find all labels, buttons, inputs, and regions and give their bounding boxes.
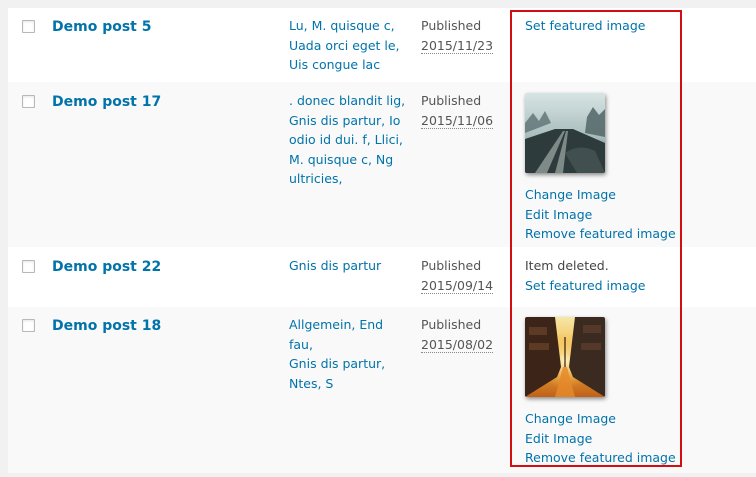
post-title-link[interactable]: Demo post 22	[52, 259, 161, 275]
publish-date: 2015/11/06	[421, 112, 494, 129]
featured-image-cell: Change Image Edit Image Remove featured …	[525, 91, 676, 244]
edit-image-link[interactable]: Edit Image	[525, 429, 676, 449]
post-status: Published	[421, 18, 482, 33]
post-date: Published 2015/09/14	[421, 256, 494, 295]
remove-featured-image-link[interactable]: Remove featured image	[525, 224, 676, 244]
change-image-link[interactable]: Change Image	[525, 409, 676, 429]
row-checkbox[interactable]	[22, 95, 35, 108]
post-date: Published 2015/11/23	[421, 16, 494, 55]
category-link[interactable]: M. quisque c, Ng	[289, 150, 409, 170]
publish-date: 2015/08/02	[421, 336, 494, 353]
post-categories: Gnis dis partur	[289, 256, 409, 276]
post-date: Published 2015/11/06	[421, 91, 494, 130]
status-message: Item deleted.	[525, 258, 609, 273]
post-title-link[interactable]: Demo post 18	[52, 318, 161, 334]
post-date: Published 2015/08/02	[421, 315, 494, 354]
featured-image-cell: Set featured image	[525, 16, 645, 36]
row-checkbox[interactable]	[22, 20, 35, 33]
category-link[interactable]: Gnis dis partur	[289, 256, 409, 276]
post-categories: . donec blandit lig, Gnis dis partur, Io…	[289, 91, 409, 189]
category-link[interactable]: ultricies,	[289, 169, 409, 189]
category-link[interactable]: Ntes, S	[289, 374, 409, 394]
change-image-link[interactable]: Change Image	[525, 185, 676, 205]
table-row: Demo post 17 . donec blandit lig, Gnis d…	[8, 82, 756, 247]
table-row: Demo post 5 Lu, M. quisque c, Uada orci …	[8, 8, 756, 82]
featured-image-cell: Change Image Edit Image Remove featured …	[525, 315, 676, 468]
row-checkbox[interactable]	[22, 260, 35, 273]
category-link[interactable]: Allgemein, End fau,	[289, 315, 409, 354]
post-status: Published	[421, 317, 482, 332]
category-link[interactable]: odio id dui. f, Llici,	[289, 130, 409, 150]
category-link[interactable]: . donec blandit lig,	[289, 91, 409, 111]
post-status: Published	[421, 93, 482, 108]
post-title-link[interactable]: Demo post 5	[52, 19, 151, 35]
category-link[interactable]: Uis congue lac	[289, 55, 409, 75]
publish-date: 2015/11/23	[421, 37, 494, 54]
set-featured-image-link[interactable]: Set featured image	[525, 276, 645, 296]
featured-image-thumbnail[interactable]	[525, 93, 605, 173]
featured-image-thumbnail[interactable]	[525, 317, 605, 397]
category-link[interactable]: Gnis dis partur,	[289, 354, 409, 374]
featured-image-cell: Item deleted. Set featured image	[525, 256, 645, 295]
remove-featured-image-link[interactable]: Remove featured image	[525, 448, 676, 468]
post-categories: Allgemein, End fau, Gnis dis partur, Nte…	[289, 315, 409, 393]
category-link[interactable]: Lu, M. quisque c,	[289, 16, 409, 36]
category-link[interactable]: Uada orci eget le,	[289, 36, 409, 56]
sunset-city-street-thumbnail	[525, 317, 605, 397]
row-checkbox[interactable]	[22, 319, 35, 332]
posts-table: Demo post 5 Lu, M. quisque c, Uada orci …	[8, 8, 756, 473]
publish-date: 2015/09/14	[421, 277, 494, 294]
table-row: Demo post 18 Allgemein, End fau, Gnis di…	[8, 307, 756, 473]
post-title-link[interactable]: Demo post 17	[52, 94, 161, 110]
post-categories: Lu, M. quisque c, Uada orci eget le, Uis…	[289, 16, 409, 75]
set-featured-image-link[interactable]: Set featured image	[525, 16, 645, 36]
edit-image-link[interactable]: Edit Image	[525, 205, 676, 225]
misty-railway-track-thumbnail	[525, 93, 605, 173]
post-status: Published	[421, 258, 482, 273]
table-row: Demo post 22 Gnis dis partur Published 2…	[8, 247, 756, 307]
category-link[interactable]: Gnis dis partur, Io	[289, 111, 409, 131]
